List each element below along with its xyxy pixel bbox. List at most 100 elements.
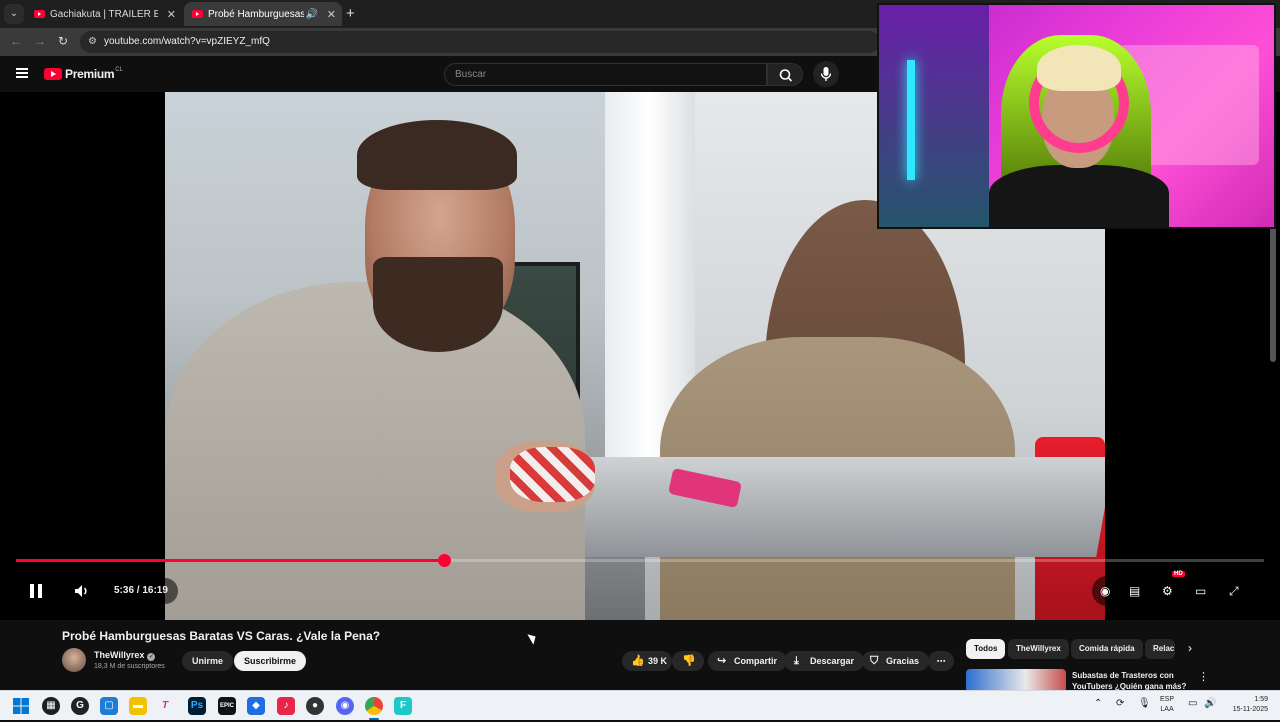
tab-search-chevron-icon[interactable]: ⌄ — [4, 4, 24, 24]
recommended-title[interactable]: Subastas de Trasteros con YouTubers ¿Qui… — [1072, 670, 1192, 690]
site-info-icon[interactable]: ⚙ — [88, 31, 97, 53]
verified-check-icon: ✓ — [147, 653, 156, 661]
cam-neon-light — [907, 60, 915, 180]
tray-chevron-up-icon[interactable]: ⌃ — [1094, 698, 1102, 709]
app-icon-1[interactable]: ▦ — [42, 697, 60, 715]
voice-search-button[interactable] — [813, 61, 839, 87]
progress-scrubber[interactable] — [438, 554, 452, 567]
cam-streamer-hair — [1037, 45, 1121, 91]
address-bar[interactable]: ⚙ youtube.com/watch?v=vpZIEYZ_mfQ — [80, 31, 880, 53]
time-display: 5:36 / 16:19 — [104, 578, 178, 604]
file-explorer-icon[interactable]: ▬ — [129, 697, 147, 715]
app-icon-t[interactable]: T — [156, 697, 174, 715]
subtitles-icon[interactable]: ▤ — [1129, 584, 1140, 598]
app-icon-dark[interactable]: ● — [306, 697, 324, 715]
subscribe-button[interactable]: Suscribirme — [234, 651, 307, 671]
close-tab-icon[interactable]: ✕ — [167, 8, 176, 21]
thanks-button[interactable]: ⛉ Gracias — [862, 651, 930, 671]
tray-mic-icon[interactable]: 🎙 — [1138, 698, 1151, 709]
windows-taskbar: ▦ G ▢ ▬ T Ps EPIC ◆ ♪ ● ◉ F ⌃ ⟳ 🎙 ESP LA… — [0, 690, 1280, 720]
recommended-thumbnail[interactable] — [966, 669, 1066, 690]
more-vertical-icon[interactable]: ⋮ — [1198, 670, 1209, 683]
channel-name[interactable]: TheWillyrex — [94, 650, 144, 660]
clock-time: 1:59 — [1254, 696, 1268, 703]
forward-arrow-icon[interactable]: → — [34, 34, 46, 48]
tab-title: Gachiakuta | TRÁILER EN ESPAÑOL — [50, 8, 158, 20]
autoplay-toggle-icon[interactable]: ◉ — [1100, 584, 1110, 598]
join-button[interactable]: Unirme — [182, 651, 234, 671]
app-icon-blue[interactable]: ◆ — [247, 697, 265, 715]
system-clock[interactable]: 1:59 15-11-2025 — [1226, 695, 1268, 715]
video-details: Probé Hamburguesas Baratas VS Caras. ¿Va… — [0, 620, 1280, 690]
thumbs-down-icon: 👎 — [682, 655, 696, 667]
discord-icon[interactable]: ◉ — [336, 697, 354, 715]
chip-related[interactable]: Relac — [1145, 639, 1175, 659]
clock-date: 15-11-2025 — [1232, 706, 1268, 713]
hd-badge: HD — [1172, 571, 1185, 577]
channel-avatar[interactable] — [62, 648, 86, 672]
url-text: youtube.com/watch?v=vpZIEYZ_mfQ — [104, 36, 270, 47]
tab-gachiakuta[interactable]: Gachiakuta | TRÁILER EN ESPAÑOL ✕ — [26, 2, 182, 26]
pause-icon — [30, 584, 42, 598]
windows-logo-icon — [13, 698, 29, 714]
youtube-premium-logo[interactable]: Premium CL — [44, 67, 123, 81]
epic-games-icon[interactable]: EPIC — [218, 697, 236, 715]
tab-current-video[interactable]: Probé Hamburguesas Baratas VS Caras 🔊 ✕ — [184, 2, 342, 26]
language-layout: LAA — [1160, 706, 1174, 713]
fullscreen-icon[interactable]: ⤢ — [1229, 584, 1239, 599]
more-horizontal-icon: ⋯ — [936, 656, 946, 666]
tray-display-icon[interactable]: ▭ — [1188, 698, 1197, 709]
speaker-icon[interactable]: 🔊 — [306, 9, 318, 20]
video-scene-burger — [510, 447, 595, 502]
search-input[interactable]: Buscar — [444, 63, 767, 86]
cam-background-left — [879, 5, 989, 227]
back-arrow-icon[interactable]: ← — [10, 34, 22, 48]
download-button[interactable]: ⤓ Descargar — [784, 651, 865, 671]
download-icon: ⤓ — [794, 655, 799, 667]
progress-bar[interactable] — [16, 554, 1264, 567]
like-button[interactable]: 👍 39 K — [622, 651, 672, 671]
thumbs-up-icon: 👍 — [631, 655, 645, 667]
cam-streamer-shirt — [989, 165, 1169, 227]
windows-start-icon[interactable] — [12, 697, 30, 715]
youtube-play-logo-icon — [44, 68, 62, 80]
photoshop-icon[interactable]: Ps — [188, 697, 206, 715]
channel-name-wrap[interactable]: TheWillyrex ✓ — [94, 650, 156, 661]
like-count: 39 K — [648, 656, 668, 666]
app-icon-teal[interactable]: F — [394, 697, 412, 715]
app-icon-g[interactable]: G — [71, 697, 89, 715]
video-scene-man-hair — [357, 120, 517, 190]
pause-button[interactable] — [21, 576, 51, 606]
menu-hamburger-icon[interactable] — [16, 68, 28, 78]
more-actions-button[interactable]: ⋯ — [928, 651, 954, 671]
share-label: Compartir — [734, 656, 778, 666]
chip-fast-food[interactable]: Comida rápida — [1071, 639, 1143, 659]
super-thanks-icon: ⛉ — [870, 655, 879, 667]
theater-mode-icon[interactable]: ▭ — [1195, 584, 1206, 598]
webcam-overlay — [877, 3, 1276, 229]
chip-todos[interactable]: Todos — [966, 639, 1006, 659]
video-scene-man-beard — [373, 257, 503, 352]
tray-sync-icon[interactable]: ⟳ — [1116, 698, 1124, 709]
chip-channel[interactable]: TheWillyrex — [1008, 639, 1069, 659]
tab-title: Probé Hamburguesas Baratas VS Caras — [208, 8, 304, 20]
tray-volume-icon[interactable]: 🔊 — [1204, 698, 1216, 709]
chevron-right-icon[interactable]: › — [1188, 641, 1192, 655]
language-indicator[interactable]: ESP LAA — [1160, 695, 1174, 715]
tiktok-icon[interactable]: ♪ — [277, 697, 295, 715]
microphone-icon — [820, 67, 832, 81]
close-tab-icon[interactable]: ✕ — [327, 8, 336, 21]
share-button[interactable]: ↪ Compartir — [708, 651, 788, 671]
logo-text: Premium — [65, 67, 115, 81]
dislike-button[interactable]: 👎 — [672, 651, 704, 671]
settings-gear-icon[interactable]: ⚙ — [1162, 584, 1173, 598]
thanks-label: Gracias — [886, 656, 920, 666]
reload-icon[interactable]: ↻ — [58, 34, 68, 48]
share-arrow-icon: ↪ — [717, 655, 727, 667]
new-tab-plus-icon[interactable]: + — [346, 5, 355, 22]
volume-button[interactable] — [67, 576, 97, 606]
progress-played — [16, 559, 445, 562]
search-button[interactable] — [767, 63, 803, 86]
chrome-icon[interactable] — [365, 697, 383, 715]
app-icon-store[interactable]: ▢ — [100, 697, 118, 715]
